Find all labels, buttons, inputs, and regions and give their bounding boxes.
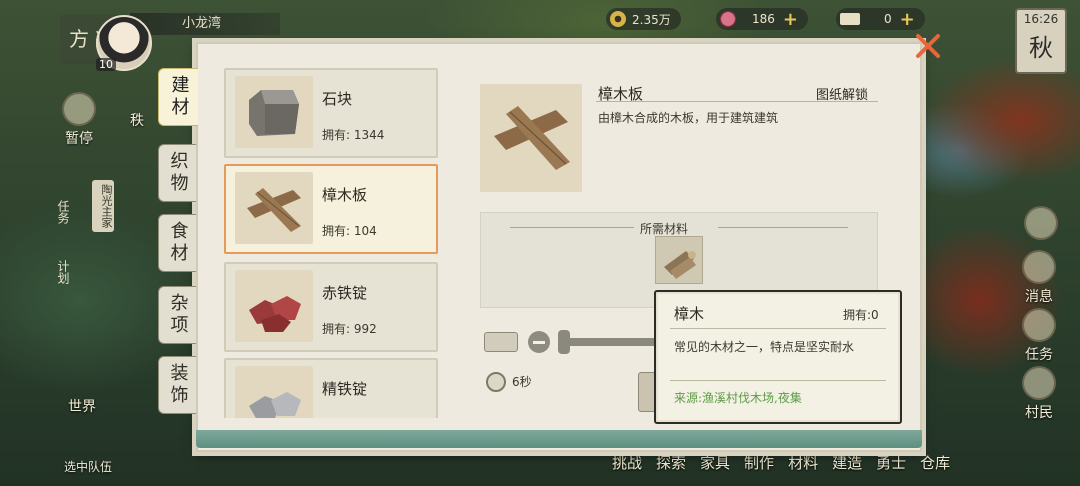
plank-icon: [235, 172, 313, 244]
season-label: 秋: [1029, 34, 1053, 62]
ticket-resource[interactable]: 0 +: [836, 8, 925, 30]
tooltip-description: 常见的木材之一，特点是坚实耐水: [674, 340, 855, 354]
quest-tag[interactable]: 陶光主家: [92, 180, 114, 232]
pause-label: 暂停: [65, 131, 93, 147]
material-slot-camphor-wood[interactable]: [655, 236, 703, 284]
nav-warehouse[interactable]: 仓库: [920, 452, 950, 473]
copper-amount: 2.35万: [632, 12, 671, 27]
divider: [670, 380, 886, 381]
tooltip-owned: 拥有:0: [843, 308, 879, 322]
team-select-button[interactable]: 选中队伍: [64, 458, 112, 475]
close-icon[interactable]: [914, 32, 942, 60]
tooltip-source: 来源:渔溪村伐木场,夜集: [674, 391, 802, 405]
divider: [670, 328, 886, 329]
team-select-label: 选中队伍: [64, 460, 113, 474]
bottom-nav: 挑战 探索 家具 制作 材料 建造 勇士 仓库: [612, 452, 950, 473]
nav-warriors[interactable]: 勇士: [876, 452, 906, 473]
villagers-label: 村民: [1025, 405, 1053, 421]
quantity-slider[interactable]: [562, 338, 662, 346]
news-button[interactable]: 消息: [1022, 250, 1056, 306]
quantity-minus-button[interactable]: [528, 331, 550, 353]
item-owned: 拥有: 1344: [322, 128, 385, 142]
player-level: 10: [96, 58, 116, 71]
materials-title: 所需材料: [640, 222, 689, 236]
side-button-2-label: 秩: [130, 113, 144, 129]
player-name: 小龙湾: [130, 13, 280, 35]
panel-footer-bar: [196, 430, 922, 448]
tab-fabrics[interactable]: 织物: [158, 144, 196, 202]
nav-materials[interactable]: 材料: [788, 452, 818, 473]
list-item-stone[interactable]: 石块 拥有: 1344: [224, 68, 438, 158]
divider: [718, 227, 848, 228]
copper-coin-icon: [610, 11, 626, 27]
add-rose-button[interactable]: +: [783, 9, 798, 30]
item-owned: 拥有: 104: [322, 224, 377, 238]
tasks-label: 任务: [1025, 347, 1053, 363]
quest-label[interactable]: 任务: [50, 196, 72, 228]
news-label: 消息: [1025, 289, 1053, 305]
detail-description: 由樟木合成的木板，用于建筑建筑: [598, 111, 779, 125]
divider: [510, 227, 634, 228]
item-owned: 拥有: 992: [322, 322, 377, 336]
craft-time: 6秒: [512, 375, 532, 389]
news-icon: [1022, 250, 1056, 284]
nav-furniture[interactable]: 家具: [700, 452, 730, 473]
copper-resource[interactable]: 2.35万: [606, 8, 681, 30]
quantity-preset-icon[interactable]: [484, 332, 518, 352]
world-label: 世界: [68, 399, 96, 415]
tasks-button[interactable]: 任务: [1022, 308, 1056, 364]
detail-plank-icon: [480, 84, 582, 192]
material-list[interactable]: 石块 拥有: 1344 樟木板 拥有: 104 赤铁锭 拥有: 992 精铁锭: [222, 66, 440, 418]
side-button-2[interactable]: 秩: [130, 110, 144, 130]
pause-button[interactable]: 暂停: [62, 92, 96, 148]
tab-misc[interactable]: 杂项: [158, 286, 196, 344]
rose-icon: [720, 11, 736, 27]
nav-explore[interactable]: 探索: [656, 452, 686, 473]
rose-amount: 186: [752, 12, 775, 26]
ticket-amount: 0: [884, 12, 892, 26]
villagers-button[interactable]: 村民: [1022, 366, 1056, 422]
nav-craft[interactable]: 制作: [744, 452, 774, 473]
list-item-red-iron-ingot[interactable]: 赤铁锭 拥有: 992: [224, 262, 438, 352]
tab-ingredients[interactable]: 食材: [158, 214, 196, 272]
red-iron-ingot-icon: [235, 270, 313, 342]
log-icon: [664, 251, 696, 279]
tab-building-materials[interactable]: 建材: [158, 68, 198, 126]
plan-label[interactable]: 计划: [50, 256, 72, 288]
stone-icon: [235, 76, 313, 148]
list-item-camphor-plank[interactable]: 樟木板 拥有: 104: [224, 164, 438, 254]
scroll-icon: [1022, 308, 1056, 342]
iron-ingot-icon: [235, 366, 313, 418]
tab-decorations[interactable]: 装饰: [158, 356, 196, 414]
nav-challenge[interactable]: 挑战: [612, 452, 642, 473]
pause-icon: [62, 92, 96, 126]
clock-time: 16:26: [1023, 12, 1059, 26]
ticket-icon: [840, 13, 860, 25]
item-name: 樟木板: [322, 186, 368, 204]
season-clock[interactable]: 16:26 秋: [1015, 8, 1067, 74]
clock-icon: [486, 372, 506, 392]
item-name: 精铁锭: [322, 380, 368, 398]
tooltip-title: 樟木: [674, 305, 705, 323]
list-item-refined-iron-ingot[interactable]: 精铁锭: [224, 358, 438, 418]
item-name: 石块: [322, 90, 353, 108]
villager-icon: [1022, 366, 1056, 400]
divider: [596, 101, 878, 102]
item-name: 赤铁锭: [322, 284, 368, 302]
quantity-slider-handle[interactable]: [558, 330, 570, 354]
world-button[interactable]: 世界: [68, 396, 96, 416]
nav-build[interactable]: 建造: [832, 452, 862, 473]
rose-resource[interactable]: 186 +: [716, 8, 808, 30]
flower-menu-button[interactable]: [1024, 206, 1058, 242]
flower-icon: [1024, 206, 1058, 240]
add-ticket-button[interactable]: +: [900, 9, 915, 30]
